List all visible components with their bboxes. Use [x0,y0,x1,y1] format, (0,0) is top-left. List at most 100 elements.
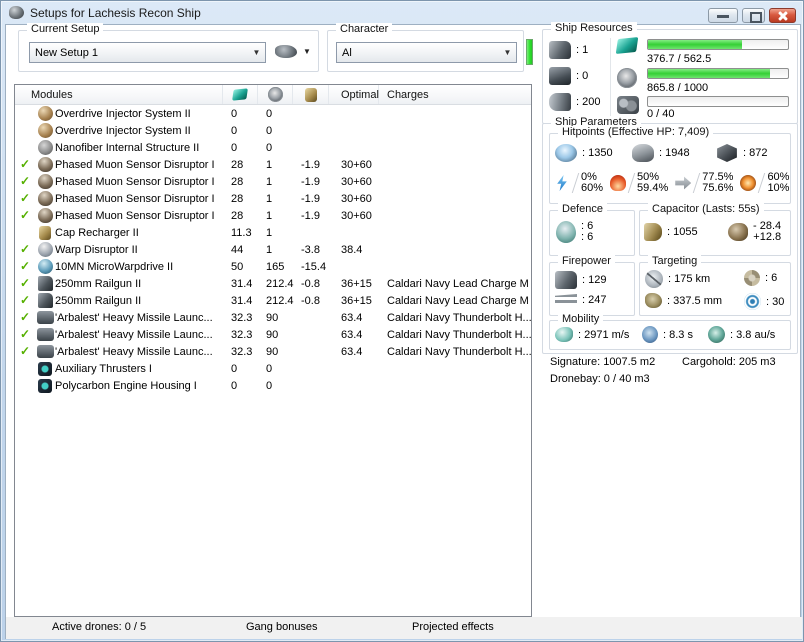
module-optimal-value: 63.4 [341,328,363,341]
table-row[interactable]: ✓ 250mm Railgun II 31.4 212.4 -0.8 36+15… [15,292,531,309]
column-optimal[interactable]: Optimal [329,85,379,104]
damage-type-icon [610,175,627,191]
module-cpu-value: 0 [231,141,238,154]
module-cpu-value: 32.3 [231,328,253,341]
module-powergrid-value: 212.4 [266,294,294,307]
table-row[interactable]: ✓ 'Arbalest' Heavy Missile Launc... 32.3… [15,343,531,360]
minimize-button[interactable] [708,8,738,23]
character-select[interactable]: Al ▼ [336,42,517,63]
structure-icon [717,144,737,162]
module-cpu-value: 31.4 [231,277,253,290]
calibration-icon [549,93,571,111]
powergrid-column-icon[interactable] [258,85,293,104]
module-powergrid-value: 212.4 [266,277,294,290]
defence-group: Defence : 6 : 6 [549,203,635,256]
module-charges-value: Caldari Navy Thunderbolt H... [387,311,531,324]
table-row[interactable]: ✓ Auxiliary Thrusters I 0 0 [15,360,531,377]
module-powergrid-value: 0 [266,107,273,120]
mobility-label: Mobility [558,313,604,325]
table-row[interactable]: ✓ Phased Muon Sensor Disruptor I 28 1 -1… [15,173,531,190]
module-name: 250mm Railgun II [55,277,142,290]
module-powergrid-value: 1 [266,192,273,205]
volley-stat: : 129 [555,271,606,289]
module-cpu-value: 32.3 [231,345,253,358]
fitted-check-icon: ✓ [19,293,31,307]
module-icon [37,140,53,155]
firepower-group: Firepower : 129 : 247 [549,255,635,316]
module-name: Phased Muon Sensor Disruptor I [55,192,215,205]
table-row[interactable]: ✓ Overdrive Injector System II 0 0 [15,105,531,122]
armor-resist-value: 59.4% [637,182,669,194]
cap-recharge-value: +12.8 [753,231,782,243]
module-cap-value: -0.8 [301,294,320,307]
module-cpu-value: 44 [231,243,244,256]
capacitor-icon [304,87,317,102]
cpu-icon [232,88,248,101]
module-cap-value: -1.9 [301,192,320,205]
dps-icon [555,294,577,306]
module-optimal-value: 30+60 [341,158,372,171]
cpu-bar [647,39,789,50]
damage-type-icon [557,175,567,191]
module-cap-value: -15.4 [301,260,327,273]
capacitor-column-icon[interactable] [293,85,329,104]
table-row[interactable]: ✓ Warp Disruptor II 44 1 -3.8 38.4 [15,241,531,258]
table-row[interactable]: ✓ 250mm Railgun II 31.4 212.4 -0.8 36+15… [15,275,531,292]
module-powergrid-value: 0 [266,362,273,375]
ship-browser-button[interactable]: ▼ [275,45,311,58]
module-icon [37,208,53,223]
capacitor-balance: - 28.4 +12.8 [728,221,781,243]
targeting-label: Targeting [648,255,702,267]
table-row[interactable]: ✓ 10MN MicroWarpdrive II 50 165 -15.4 [15,258,531,275]
module-optimal-value: 36+15 [341,294,372,307]
app-window: Setups for Lachesis Recon Ship Current S… [0,0,804,642]
close-button[interactable] [769,8,796,23]
range-gauge-icon [645,270,663,288]
fitted-check-icon: ✓ [19,259,31,273]
warp-speed-value: : 3.8 au/s [730,328,776,341]
module-optimal-value: 30+60 [341,192,372,205]
module-cpu-value: 31.4 [231,294,253,307]
table-row[interactable]: ✓ Phased Muon Sensor Disruptor I 28 1 -1… [15,190,531,207]
dronebay-value: Dronebay: 0 / 40 m3 [550,373,650,385]
table-row[interactable]: ✓ 'Arbalest' Heavy Missile Launc... 32.3… [15,326,531,343]
table-row[interactable]: ✓ 'Arbalest' Heavy Missile Launc... 32.3… [15,309,531,326]
module-powergrid-value: 1 [266,243,273,256]
damage-type-icon [740,175,757,191]
cpu-column-icon[interactable] [223,85,258,104]
resistance-item: 77.5% 75.6% [675,172,733,194]
table-row[interactable]: ✓ Overdrive Injector System II 0 0 [15,122,531,139]
table-row[interactable]: ✓ Nanofiber Internal Structure II 0 0 [15,139,531,156]
gang-bonuses-label: Gang bonuses [246,621,318,633]
maximize-button[interactable] [742,8,765,23]
powergrid-icon [267,87,283,102]
drones-usage-value: 0 / 40 [647,108,675,120]
module-charges-value: Caldari Navy Thunderbolt H... [387,328,531,341]
character-value: Al [342,46,352,59]
module-cpu-value: 28 [231,209,244,222]
powergrid-icon [617,68,637,88]
client-area: Current Setup New Setup 1 ▼ ▼ Character … [5,22,802,639]
table-row[interactable]: ✓ Phased Muon Sensor Disruptor I 28 1 -1… [15,207,531,224]
column-charges[interactable]: Charges [379,85,531,104]
table-row[interactable]: ✓ Cap Recharger II 11.3 1 [15,224,531,241]
current-setup-select[interactable]: New Setup 1 ▼ [29,42,266,63]
module-icon [37,191,53,206]
module-optimal-value: 63.4 [341,345,363,358]
cpu-usage-value: 376.7 / 562.5 [647,53,712,65]
hitpoints-group: Hitpoints (Effective HP: 7,409) : 1350 :… [549,126,791,204]
character-group: Character Al ▼ [327,23,524,72]
mobility-group: Mobility : 2971 m/s : 8.3 s : 3.8 au/s [549,313,791,350]
powergrid-usage-value: 865.8 / 1000 [647,82,709,94]
module-icon [38,378,52,393]
table-row[interactable]: ✓ Phased Muon Sensor Disruptor I 28 1 -1… [15,156,531,173]
module-powergrid-value: 165 [266,260,285,273]
shield-hp-value: : 1350 [582,147,613,159]
module-icon [37,123,53,138]
sensor-strength: : 30 [744,293,784,310]
column-modules[interactable]: Modules [15,85,223,104]
projected-effects-label: Projected effects [412,621,494,633]
table-row[interactable]: ✓ Polycarbon Engine Housing I 0 0 [15,377,531,394]
calibration-value: : 200 [576,96,601,108]
cargohold-value: Cargohold: 205 m3 [682,356,776,368]
